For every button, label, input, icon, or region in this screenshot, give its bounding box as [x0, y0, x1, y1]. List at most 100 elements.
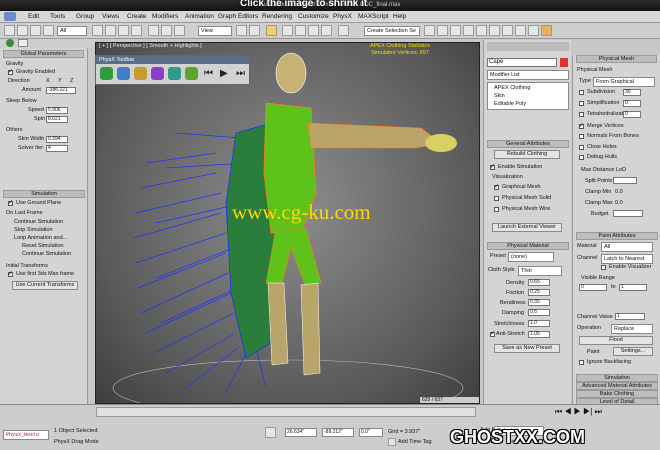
timeline-track[interactable] [96, 407, 476, 417]
material-editor-icon[interactable] [502, 25, 513, 36]
rewind-icon[interactable]: ⏮ [204, 67, 217, 80]
use-ground-plane-checkbox[interactable] [8, 199, 13, 206]
graphical-mesh-checkbox[interactable] [494, 183, 499, 190]
modifier-stack[interactable]: APEX Clothing Skin Editable Poly [487, 82, 569, 110]
render-teapot-icon[interactable] [541, 25, 552, 36]
axis-x-radio[interactable]: X [46, 78, 50, 84]
undo-icon[interactable] [4, 25, 15, 36]
render-setup-icon[interactable] [515, 25, 526, 36]
bendiness-input[interactable]: 0.35 [528, 299, 550, 306]
menu-graph-editors[interactable]: Graph Editors [218, 13, 258, 20]
angle-snap-icon[interactable] [295, 25, 306, 36]
stack-item-apex[interactable]: APEX Clothing [494, 85, 530, 91]
menu-modifiers[interactable]: Modifiers [152, 13, 178, 20]
tetrahedralization-input[interactable]: 0 [623, 111, 641, 118]
budget-input[interactable] [613, 210, 643, 217]
preset-select[interactable]: (none) [508, 252, 554, 262]
lock-icon[interactable] [265, 427, 276, 438]
physx-ragdoll-icon[interactable] [151, 67, 164, 80]
density-input[interactable]: 0.65 [528, 279, 550, 286]
play-icon[interactable]: ▶ [220, 67, 233, 80]
layer-manager-icon[interactable] [450, 25, 461, 36]
physx-soft-body-icon[interactable] [168, 67, 181, 80]
stack-item-editable-poly[interactable]: Editable Poly [494, 101, 526, 107]
channel-select[interactable]: Latch to Nearest [601, 254, 653, 264]
save-new-preset-button[interactable]: Save as New Preset [494, 344, 560, 353]
x-coordinate-field[interactable]: 26.634" [285, 428, 317, 437]
operation-select[interactable]: Replace [611, 324, 653, 334]
selection-filter-select[interactable]: All [57, 26, 87, 36]
damping-input[interactable]: 0.6 [528, 309, 550, 316]
clamp-max-value[interactable]: 0.0 [615, 200, 623, 206]
spinner-snap-icon[interactable] [321, 25, 332, 36]
amount-input[interactable]: -386.221 [46, 87, 76, 94]
viewport-label[interactable]: [ + ] [ Perspective ] [ Smooth + Highlig… [99, 43, 202, 49]
tetrahedralization-checkbox[interactable] [579, 112, 584, 117]
physical-mesh-rollout[interactable]: Physical Mesh [576, 55, 657, 63]
menu-group[interactable]: Group [76, 13, 94, 20]
friction-input[interactable]: 0.25 [528, 289, 550, 296]
overlay-hint[interactable]: Click the image to shrink it [240, 0, 367, 9]
rotate-icon[interactable] [161, 25, 172, 36]
simplification-input[interactable]: 0 [623, 100, 641, 107]
stop-simulation-radio[interactable]: Stop Simulation [14, 227, 53, 233]
range-from-input[interactable]: 0 [579, 284, 607, 291]
flood-button[interactable]: Flood [579, 336, 653, 345]
select-manipulate-icon[interactable] [249, 25, 260, 36]
playback-controls[interactable]: ⏮ ◀ ▶ ▶| ⏭ [555, 407, 655, 417]
continue-simulation-2-radio[interactable]: Continue Simulation [22, 251, 71, 257]
channel-value-input[interactable]: 1 [615, 313, 645, 320]
modifier-list-select[interactable]: Modifier List [487, 70, 569, 80]
physical-mesh-wire-checkbox[interactable] [494, 207, 499, 212]
simulation-rollout[interactable]: Simulation [3, 190, 85, 198]
simplification-checkbox[interactable] [579, 101, 584, 106]
monitor-icon[interactable] [18, 39, 28, 47]
snap-toggle-icon[interactable] [282, 25, 293, 36]
menu-edit[interactable]: Edit [28, 13, 39, 20]
maxscript-listener[interactable]: PhysX_Hosto [3, 430, 49, 440]
launch-external-viewer-button[interactable]: Launch External Viewer [492, 223, 562, 232]
advanced-material-rollout[interactable]: Advanced Material Attributes [576, 382, 658, 390]
menu-tools[interactable]: Tools [50, 13, 65, 20]
time-tag-icon[interactable] [388, 438, 396, 446]
ignore-backfacing-checkbox[interactable] [579, 360, 584, 365]
bake-clothing-rollout[interactable]: Bake Clothing [576, 390, 658, 398]
skin-width-input[interactable]: 0.394 [46, 136, 68, 143]
anti-stretch-checkbox[interactable] [490, 330, 495, 337]
clamp-min-value[interactable]: 0.0 [615, 189, 623, 195]
speed-input[interactable]: 5.906 [46, 107, 68, 114]
debug-hulls-checkbox[interactable] [579, 155, 584, 160]
physx-logo-icon[interactable] [6, 39, 14, 47]
schematic-view-icon[interactable] [489, 25, 500, 36]
object-name-input[interactable]: Cape [487, 58, 557, 67]
physx-cloth-icon[interactable] [117, 67, 130, 80]
normals-from-bones-checkbox[interactable] [579, 134, 584, 139]
percent-snap-icon[interactable] [308, 25, 319, 36]
continue-simulation-radio[interactable]: Continue Simulation [14, 219, 63, 225]
command-panel-tabs[interactable] [487, 42, 569, 51]
split-points-input[interactable] [613, 177, 637, 184]
enable-visualizer-checkbox[interactable] [601, 265, 606, 270]
solver-iter-input[interactable]: 4 [46, 145, 68, 152]
menu-maxscript[interactable]: MAXScript [358, 13, 389, 20]
loop-animation-radio[interactable]: Loop Animation and... [14, 235, 67, 241]
merge-vertices-checkbox[interactable] [579, 122, 584, 129]
physical-mesh-solid-checkbox[interactable] [494, 196, 499, 201]
app-logo-icon[interactable] [4, 12, 16, 21]
window-crossing-icon[interactable] [131, 25, 142, 36]
menu-customize[interactable]: Customize [298, 13, 329, 20]
subdivision-checkbox[interactable] [579, 90, 584, 95]
enable-simulation-checkbox[interactable] [490, 163, 495, 170]
add-time-tag-button[interactable]: Add Time Tag [398, 439, 432, 445]
menu-physx[interactable]: PhysX [333, 13, 352, 20]
general-attributes-rollout[interactable]: General Attributes [487, 140, 569, 148]
settings-button[interactable]: Settings... [613, 347, 653, 356]
graphite-icon[interactable] [463, 25, 474, 36]
select-by-name-icon[interactable] [105, 25, 116, 36]
physx-joint-icon[interactable] [134, 67, 147, 80]
material-select[interactable]: All [601, 242, 653, 252]
object-color-swatch[interactable] [560, 58, 568, 67]
link-icon[interactable] [30, 25, 41, 36]
region-select-icon[interactable] [118, 25, 129, 36]
type-select[interactable]: From Graphical [593, 77, 655, 87]
